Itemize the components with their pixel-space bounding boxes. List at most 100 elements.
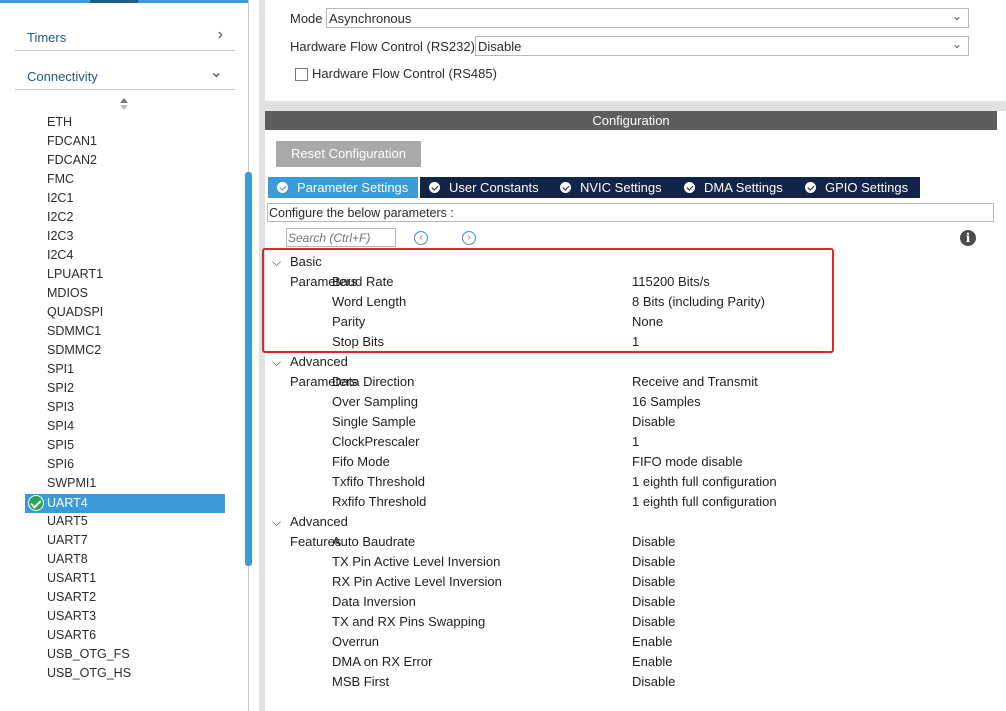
circle-right-icon[interactable]: › xyxy=(462,231,476,245)
param-value[interactable]: Disable xyxy=(632,672,675,692)
peripheral-item[interactable]: UART8 xyxy=(47,550,88,569)
param-value[interactable]: Disable xyxy=(632,592,675,612)
peripheral-item[interactable]: UART7 xyxy=(47,531,88,550)
tab-parameter-settings[interactable]: Parameter Settings xyxy=(268,177,418,198)
basic-parameters-highlight xyxy=(262,248,834,353)
param-value[interactable]: 1 eighth full configuration xyxy=(632,492,777,512)
param-value[interactable]: 1 xyxy=(632,432,639,452)
circle-left-icon[interactable]: ‹ xyxy=(414,231,428,245)
peripheral-item[interactable]: FDCAN1 xyxy=(47,132,97,151)
reset-configuration-button[interactable]: Reset Configuration xyxy=(276,141,421,167)
configuration-title: Configuration xyxy=(592,113,670,128)
check-circle-icon xyxy=(28,495,44,511)
peripheral-item[interactable]: USART1 xyxy=(47,569,96,588)
peripheral-item[interactable]: LPUART1 xyxy=(47,265,103,284)
param-row[interactable]: MSB First Disable xyxy=(332,672,972,692)
peripheral-item-selected[interactable]: UART4 xyxy=(25,494,225,513)
peripheral-label: UART4 xyxy=(47,496,88,510)
peripheral-item[interactable]: SDMMC2 xyxy=(47,341,101,360)
param-name: TX and RX Pins Swapping xyxy=(332,614,486,629)
mode-label: Mode xyxy=(290,11,323,26)
param-name: ClockPrescaler xyxy=(332,434,420,449)
search-box[interactable] xyxy=(286,228,396,247)
param-row[interactable]: Overrun Enable xyxy=(332,632,972,652)
param-row[interactable]: DMA on RX Error Enable xyxy=(332,652,972,672)
peripheral-item[interactable]: SPI2 xyxy=(47,379,74,398)
flow-control-select[interactable]: Disable ⌄ xyxy=(475,36,969,56)
mode-select[interactable]: Asynchronous ⌄ xyxy=(326,8,969,28)
chevron-down-icon: ⌵ xyxy=(272,515,282,529)
peripheral-item[interactable]: QUADSPI xyxy=(47,303,103,322)
peripheral-item[interactable]: USB_OTG_FS xyxy=(47,645,130,664)
param-value[interactable]: Receive and Transmit xyxy=(632,372,758,392)
tab-label: NVIC Settings xyxy=(580,180,662,195)
peripheral-item[interactable]: SPI1 xyxy=(47,360,74,379)
param-name: MSB First xyxy=(332,674,390,689)
peripheral-item[interactable]: SWPMI1 xyxy=(47,474,96,493)
peripheral-item[interactable]: USB_OTG_HS xyxy=(47,664,131,683)
peripheral-item[interactable]: USART3 xyxy=(47,607,96,626)
peripheral-item[interactable]: SPI3 xyxy=(47,398,74,417)
param-value[interactable]: Disable xyxy=(632,552,675,572)
param-name: Over Sampling xyxy=(332,394,418,409)
sort-icon[interactable] xyxy=(118,97,130,111)
param-name: TX Pin Active Level Inversion xyxy=(332,554,501,569)
peripheral-item[interactable]: FDCAN2 xyxy=(47,151,97,170)
param-value[interactable]: FIFO mode disable xyxy=(632,452,743,472)
rs485-label: Hardware Flow Control (RS485) xyxy=(312,66,497,81)
param-value[interactable]: Disable xyxy=(632,612,675,632)
category-label: Connectivity xyxy=(27,69,98,84)
tab-gpio-settings[interactable]: GPIO Settings xyxy=(796,177,920,198)
param-row[interactable]: TX and RX Pins Swapping Disable xyxy=(332,612,972,632)
param-value[interactable]: Disable xyxy=(632,412,675,432)
param-value[interactable]: Disable xyxy=(632,572,675,592)
peripheral-item[interactable]: USART2 xyxy=(47,588,96,607)
param-row[interactable]: Rxfifo Threshold 1 eighth full configurat… xyxy=(332,492,972,512)
peripheral-list-scrollbar[interactable] xyxy=(245,172,252,566)
param-row[interactable]: Over Sampling 16 Samples xyxy=(332,392,972,412)
mode-select-value: Asynchronous xyxy=(329,11,412,26)
tab-dma-settings[interactable]: DMA Settings xyxy=(675,177,796,198)
peripheral-item[interactable]: I2C1 xyxy=(47,189,73,208)
param-row[interactable]: Single Sample Disable xyxy=(332,412,972,432)
param-row[interactable]: RX Pin Active Level Inversion Disable xyxy=(332,572,972,592)
peripheral-item[interactable]: FMC xyxy=(47,170,74,189)
peripheral-item[interactable]: SPI6 xyxy=(47,455,74,474)
peripheral-item[interactable]: I2C2 xyxy=(47,208,73,227)
category-connectivity[interactable]: Connectivity ⌄ xyxy=(15,59,235,90)
param-value[interactable]: Enable xyxy=(632,632,672,652)
peripheral-item[interactable]: UART5 xyxy=(47,512,88,531)
category-label: Timers xyxy=(27,30,67,45)
search-input[interactable] xyxy=(288,229,392,246)
info-icon[interactable]: i xyxy=(960,230,976,246)
check-circle-icon xyxy=(277,182,288,193)
peripheral-item[interactable]: I2C3 xyxy=(47,227,73,246)
param-row[interactable]: Fifo Mode FIFO mode disable xyxy=(332,452,972,472)
check-circle-icon xyxy=(429,182,440,193)
param-value[interactable]: 16 Samples xyxy=(632,392,701,412)
tab-nvic-settings[interactable]: NVIC Settings xyxy=(551,177,675,198)
param-row[interactable]: Data Direction Receive and Transmit xyxy=(332,372,972,392)
category-timers[interactable]: Timers › xyxy=(15,20,235,51)
peripheral-item[interactable]: I2C4 xyxy=(47,246,73,265)
peripheral-item[interactable]: SDMMC1 xyxy=(47,322,101,341)
param-row[interactable]: TX Pin Active Level Inversion Disable xyxy=(332,552,972,572)
param-value[interactable]: 1 eighth full configuration xyxy=(632,472,777,492)
peripheral-item[interactable]: SPI5 xyxy=(47,436,74,455)
param-value[interactable]: Disable xyxy=(632,532,675,552)
peripheral-item[interactable]: MDIOS xyxy=(47,284,88,303)
param-value[interactable]: Enable xyxy=(632,652,672,672)
tab-user-constants[interactable]: User Constants xyxy=(420,177,551,198)
param-name: RX Pin Active Level Inversion xyxy=(332,574,502,589)
rs485-checkbox[interactable] xyxy=(295,68,308,81)
param-row[interactable]: Txfifo Threshold 1 eighth full configurat… xyxy=(332,472,972,492)
peripheral-item[interactable]: SPI4 xyxy=(47,417,74,436)
param-row[interactable]: Data Inversion Disable xyxy=(332,592,972,612)
param-row[interactable]: ClockPrescaler 1 xyxy=(332,432,972,452)
check-circle-icon xyxy=(684,182,695,193)
peripheral-item[interactable]: USART6 xyxy=(47,626,96,645)
param-row[interactable]: Auto Baudrate Disable xyxy=(332,532,972,552)
flow-control-value: Disable xyxy=(478,39,522,54)
parameters-description: Configure the below parameters : xyxy=(267,203,994,222)
peripheral-item[interactable]: ETH xyxy=(47,113,72,132)
